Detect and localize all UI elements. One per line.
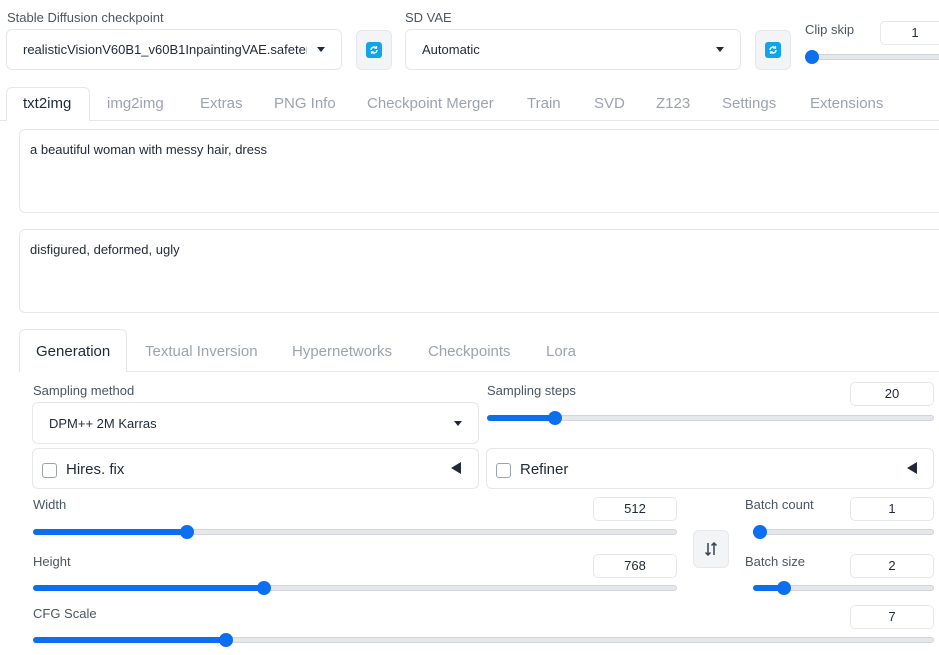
sampling-steps-input[interactable]: 20: [850, 382, 934, 406]
slider-thumb[interactable]: [805, 50, 819, 64]
batch-size-slider[interactable]: [753, 581, 934, 595]
cfg-scale-label: CFG Scale: [33, 606, 97, 621]
subtab-lora[interactable]: Lora: [546, 343, 576, 360]
slider-thumb[interactable]: [257, 581, 271, 595]
refresh-vae-button[interactable]: [755, 30, 791, 70]
sampling-steps-slider[interactable]: [487, 411, 934, 425]
vae-value: Automatic: [422, 42, 480, 57]
tab-extensions[interactable]: Extensions: [810, 95, 883, 112]
height-slider[interactable]: [33, 581, 677, 595]
swap-dimensions-icon: [704, 541, 718, 557]
height-label: Height: [33, 554, 71, 569]
swap-dimensions-button[interactable]: [693, 530, 729, 568]
tab-png-info[interactable]: PNG Info: [274, 95, 336, 112]
clip-skip-label: Clip skip: [805, 22, 855, 37]
batch-count-input[interactable]: 1: [850, 497, 934, 521]
clip-skip-input[interactable]: 1: [880, 21, 939, 45]
chevron-down-icon: [716, 47, 724, 52]
refresh-checkpoint-button[interactable]: [356, 30, 392, 70]
subtab-hypernetworks[interactable]: Hypernetworks: [292, 343, 392, 360]
sampling-method-label: Sampling method: [33, 383, 135, 398]
tabs-divider: [0, 120, 939, 121]
slider-thumb[interactable]: [753, 525, 767, 539]
tab-checkpoint-merger[interactable]: Checkpoint Merger: [367, 95, 494, 112]
hires-fix-label: Hires. fix: [66, 461, 125, 478]
collapse-triangle-icon[interactable]: [451, 462, 461, 474]
cfg-scale-input[interactable]: 7: [850, 605, 934, 629]
width-input[interactable]: 512: [593, 497, 677, 521]
height-input[interactable]: 768: [593, 554, 677, 578]
sampling-steps-label: Sampling steps: [487, 383, 576, 398]
vae-label: SD VAE: [405, 10, 452, 25]
tab-extras[interactable]: Extras: [200, 95, 243, 112]
slider-thumb[interactable]: [219, 633, 233, 647]
tab-img2img[interactable]: img2img: [107, 95, 164, 112]
slider-thumb[interactable]: [548, 411, 562, 425]
chevron-down-icon: [317, 47, 325, 52]
checkpoint-value: realisticVisionV60B1_v60B1InpaintingVAE.…: [23, 42, 307, 57]
tab-train[interactable]: Train: [527, 95, 561, 112]
checkpoint-label: Stable Diffusion checkpoint: [7, 10, 164, 25]
tab-z123[interactable]: Z123: [656, 95, 690, 112]
subtab-textual-inversion[interactable]: Textual Inversion: [145, 343, 258, 360]
tab-settings[interactable]: Settings: [722, 95, 776, 112]
subtab-generation[interactable]: Generation: [36, 343, 110, 360]
negative-prompt-input[interactable]: disfigured, deformed, ugly: [19, 229, 939, 313]
hires-fix-checkbox[interactable]: [42, 463, 57, 478]
refiner-checkbox[interactable]: [496, 463, 511, 478]
refresh-icon: [765, 42, 781, 58]
subtab-active-gap: [20, 371, 126, 373]
sampling-method-dropdown[interactable]: DPM++ 2M Karras: [32, 402, 479, 444]
prompt-input[interactable]: a beautiful woman with messy hair, dress: [19, 129, 939, 213]
batch-size-label: Batch size: [745, 554, 805, 569]
tab-active-gap: [7, 120, 89, 122]
cfg-scale-slider[interactable]: [33, 633, 934, 647]
tab-txt2img[interactable]: txt2img: [23, 95, 71, 112]
vae-dropdown[interactable]: Automatic: [405, 29, 741, 70]
chevron-down-icon: [454, 420, 462, 426]
sampling-method-value: DPM++ 2M Karras: [49, 415, 157, 431]
subtab-checkpoints[interactable]: Checkpoints: [428, 343, 511, 360]
slider-thumb[interactable]: [180, 525, 194, 539]
subtabs-divider: [19, 371, 939, 372]
batch-count-slider[interactable]: [753, 525, 934, 539]
collapse-triangle-icon[interactable]: [907, 462, 917, 474]
refresh-icon: [366, 42, 382, 58]
width-slider[interactable]: [33, 525, 677, 539]
batch-size-input[interactable]: 2: [850, 554, 934, 578]
batch-count-label: Batch count: [745, 497, 814, 512]
width-label: Width: [33, 497, 67, 512]
slider-thumb[interactable]: [777, 581, 791, 595]
refiner-panel[interactable]: Refiner: [486, 448, 934, 489]
refiner-label: Refiner: [520, 461, 569, 478]
clip-skip-slider[interactable]: [805, 50, 939, 64]
checkpoint-dropdown[interactable]: realisticVisionV60B1_v60B1InpaintingVAE.…: [6, 29, 342, 70]
hires-fix-panel[interactable]: Hires. fix: [32, 448, 479, 489]
tab-svd[interactable]: SVD: [594, 95, 625, 112]
